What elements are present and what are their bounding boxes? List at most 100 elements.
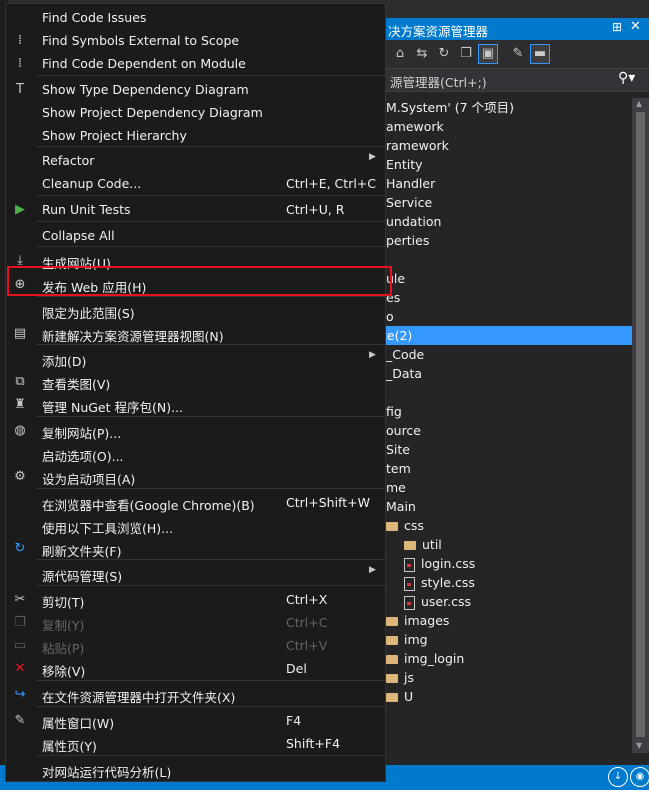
notification-icon[interactable]: ◉ xyxy=(630,767,649,787)
menu-item[interactable]: Collapse All xyxy=(6,224,385,247)
menu-item[interactable]: ▶ Run Unit Tests Ctrl+U, R xyxy=(6,198,385,221)
download-icon[interactable]: ↓ xyxy=(608,767,628,787)
tree-node[interactable]: _Data xyxy=(386,364,422,383)
tree-folder[interactable]: util xyxy=(404,535,442,554)
tree-folder[interactable]: img xyxy=(386,630,428,649)
tree-folder[interactable]: images xyxy=(386,611,449,630)
menu-item[interactable]: ✂ 剪切(T) Ctrl+X xyxy=(6,588,385,611)
back-icon[interactable]: ⌂ xyxy=(390,44,410,64)
open-folder-icon: ↪ xyxy=(14,687,26,702)
tree-node-label: img_login xyxy=(404,651,465,666)
tree-node-label: login.css xyxy=(421,556,476,571)
menu-item[interactable]: Refactor ▶ xyxy=(6,149,385,172)
menu-item[interactable]: ✕ 移除(V) Del xyxy=(6,657,385,680)
paste-icon: ▭ xyxy=(13,638,27,653)
menu-item[interactable]: 添加(D) ▶ xyxy=(6,347,385,370)
solution-explorer-titlebar: 决方案资源管理器 ⊞ ✕ xyxy=(382,18,649,40)
folder-icon xyxy=(386,655,398,664)
menu-item[interactable]: ◍ 复制网站(P)... xyxy=(6,419,385,442)
menu-item[interactable]: 在浏览器中查看(Google Chrome)(B) Ctrl+Shift+W xyxy=(6,491,385,514)
tree-node-label: undation xyxy=(386,214,442,229)
tree-node[interactable]: Entity xyxy=(386,155,423,174)
tree-node[interactable]: me xyxy=(386,478,406,497)
menu-item[interactable]: Cleanup Code... Ctrl+E, Ctrl+C xyxy=(6,172,385,195)
vertical-scrollbar[interactable]: ▲ ▼ xyxy=(632,98,649,753)
menu-item-shortcut: Ctrl+X xyxy=(286,592,328,607)
menu-item-label: Find Code Dependent on Module xyxy=(42,56,246,71)
tree-node[interactable]: perties xyxy=(386,231,429,250)
menu-item-label: 新建解决方案资源管理器视图(N) xyxy=(42,329,224,344)
tree-node-label: Entity xyxy=(386,157,423,172)
close-icon[interactable]: ✕ xyxy=(630,19,641,34)
menu-item[interactable]: ▤ 新建解决方案资源管理器视图(N) xyxy=(6,322,385,345)
menu-item-shortcut: Ctrl+V xyxy=(286,638,328,653)
tree-node[interactable]: undation xyxy=(386,212,441,231)
code-issues-icon xyxy=(10,8,30,27)
wrench-icon[interactable]: ✎ xyxy=(508,44,528,64)
preview-icon[interactable]: ▬ xyxy=(530,44,550,64)
menu-item[interactable]: T Show Type Dependency Diagram xyxy=(6,78,385,101)
menu-item-label: 移除(V) xyxy=(42,664,86,679)
menu-item[interactable]: 源代码管理(S) ▶ xyxy=(6,562,385,585)
menu-item[interactable]: Show Project Hierarchy xyxy=(6,124,385,147)
refresh-icon[interactable]: ↻ xyxy=(434,44,454,64)
menu-item[interactable]: 限定为此范围(S) xyxy=(6,299,385,322)
menu-item[interactable]: Find Code Issues xyxy=(6,6,385,29)
submenu-arrow-icon: ▶ xyxy=(369,152,376,162)
menu-item[interactable]: ⚙ 设为启动项目(A) xyxy=(6,465,385,488)
menu-item-label: Run Unit Tests xyxy=(42,202,131,217)
collapse-all-icon[interactable]: ❐ xyxy=(456,44,476,64)
tree-node[interactable]: fig xyxy=(386,402,402,421)
menu-item[interactable]: ↪ 在文件资源管理器中打开文件夹(X) xyxy=(6,683,385,706)
tree-file[interactable]: style.css xyxy=(404,573,475,592)
scroll-down-icon[interactable]: ▼ xyxy=(636,741,642,750)
menu-item-shortcut: F4 xyxy=(286,713,302,728)
tree-node[interactable]: Service xyxy=(386,193,432,212)
tree-node[interactable]: o xyxy=(386,307,394,326)
type-diagram-icon: T xyxy=(16,82,24,97)
search-icon[interactable]: ⚲▾ xyxy=(618,70,635,86)
solution-explorer-panel: 决方案资源管理器 ⊞ ✕ ⌂ ⇆ ↻ ❐ ▣ ✎ ▬ 源管理器(Ctrl+;) … xyxy=(382,18,649,765)
sync-icon[interactable]: ⇆ xyxy=(412,44,432,64)
tree-node[interactable]: ramework xyxy=(386,136,449,155)
tree-node[interactable]: Main xyxy=(386,497,416,516)
search-placeholder: 源管理器(Ctrl+;) xyxy=(390,75,487,90)
scroll-up-icon[interactable]: ▲ xyxy=(636,99,642,108)
tree-node[interactable]: Handler xyxy=(386,174,435,193)
menu-item[interactable]: 启动选项(O)... xyxy=(6,442,385,465)
tree-node-label: _Data xyxy=(386,366,423,381)
tree-node[interactable]: ource xyxy=(386,421,421,440)
show-all-files-icon[interactable]: ▣ xyxy=(478,44,498,64)
menu-item[interactable]: ↻ 刷新文件夹(F) xyxy=(6,537,385,560)
menu-item[interactable]: 对网站运行代码分析(L) xyxy=(6,758,385,781)
menu-item[interactable]: ✎ 属性窗口(W) F4 xyxy=(6,709,385,732)
submenu-arrow-icon: ▶ xyxy=(369,565,376,575)
menu-item-label: Show Project Hierarchy xyxy=(42,128,187,143)
tree-node[interactable]: te(2) xyxy=(382,326,632,345)
menu-item[interactable]: 使用以下工具浏览(H)... xyxy=(6,514,385,537)
search-box[interactable]: 源管理器(Ctrl+;) ⚲▾ xyxy=(382,68,649,92)
menu-item-shortcut: Ctrl+C xyxy=(286,615,328,630)
menu-item[interactable]: ♜ 管理 NuGet 程序包(N)... xyxy=(6,393,385,416)
tree-node[interactable]: tem xyxy=(386,459,411,478)
menu-item-label: 对网站运行代码分析(L) xyxy=(42,765,172,780)
menu-item[interactable]: Show Project Dependency Diagram xyxy=(6,101,385,124)
tree-node[interactable]: amework xyxy=(386,117,444,136)
tree-node[interactable]: Site xyxy=(386,440,410,459)
tree-node-label: te(2) xyxy=(382,328,413,343)
tree-folder[interactable]: js xyxy=(386,668,414,687)
tree-file[interactable]: login.css xyxy=(404,554,475,573)
scroll-thumb[interactable] xyxy=(636,112,645,737)
tree-node[interactable]: _Code xyxy=(386,345,424,364)
tree-node[interactable]: M.System' (7 个项目) xyxy=(386,98,514,117)
tree-folder[interactable]: css xyxy=(386,516,424,535)
tree-folder[interactable]: U xyxy=(386,687,413,706)
menu-item[interactable]: ⁞ Find Symbols External to Scope xyxy=(6,29,385,52)
menu-item[interactable]: ⧉ 查看类图(V) xyxy=(6,370,385,393)
menu-item[interactable]: ⁞ Find Code Dependent on Module xyxy=(6,52,385,75)
tree-file[interactable]: user.css xyxy=(404,592,471,611)
tree-folder[interactable]: img_login xyxy=(386,649,464,668)
solution-explorer-title: 决方案资源管理器 xyxy=(388,24,489,39)
pin-icon[interactable]: ⊞ xyxy=(612,20,622,34)
menu-item[interactable]: 属性页(Y) Shift+F4 xyxy=(6,732,385,755)
